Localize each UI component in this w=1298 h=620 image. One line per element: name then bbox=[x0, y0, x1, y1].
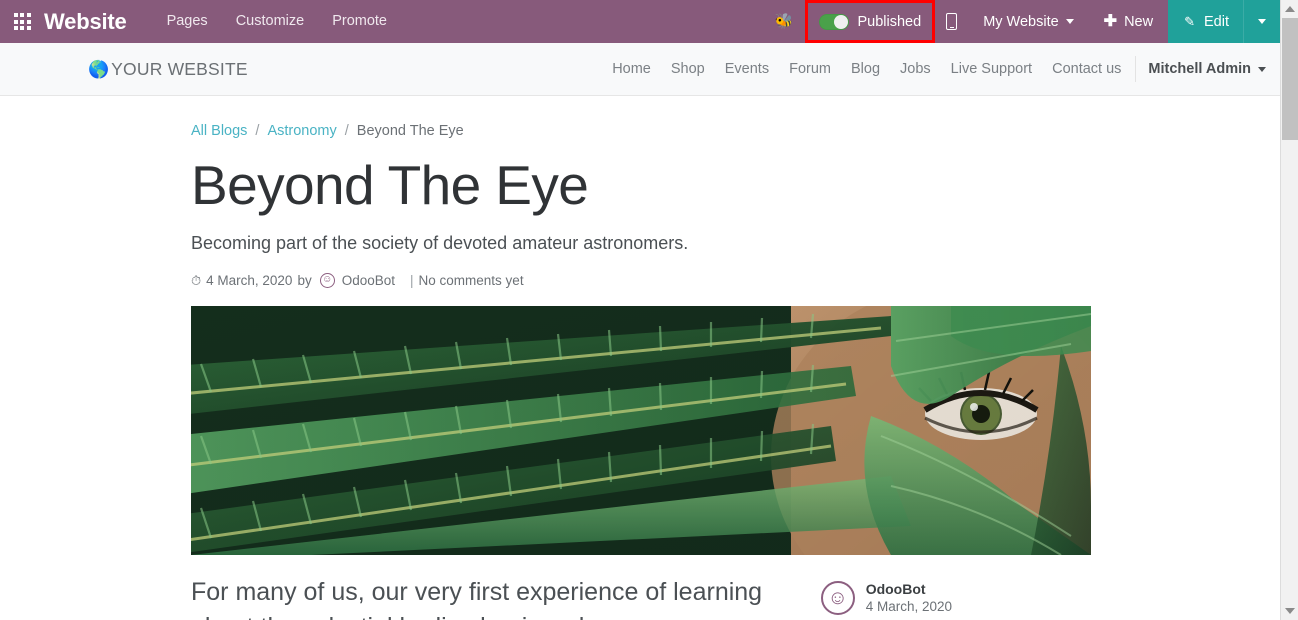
clock-icon: ⏱ bbox=[191, 272, 202, 288]
post-meta: ⏱ 4 March, 2020 by ☺ OdooBot | No commen… bbox=[191, 272, 1091, 288]
website-selector-label: My Website bbox=[983, 13, 1059, 30]
breadcrumb-astronomy[interactable]: Astronomy bbox=[267, 123, 336, 139]
post-by-label: by bbox=[297, 272, 312, 288]
menu-item-promote[interactable]: Promote bbox=[318, 0, 401, 43]
breadcrumb-separator: / bbox=[344, 123, 349, 139]
post-date: 4 March, 2020 bbox=[206, 272, 293, 288]
website-logo-text: YOUR WEBSITE bbox=[111, 58, 248, 79]
user-menu-dropdown[interactable]: Mitchell Admin bbox=[1135, 56, 1266, 82]
nav-item-contact-us[interactable]: Contact us bbox=[1042, 61, 1131, 77]
new-button-label: New bbox=[1124, 13, 1154, 30]
scroll-up-arrow-icon bbox=[1285, 6, 1295, 12]
menu-item-customize[interactable]: Customize bbox=[222, 0, 319, 43]
meta-separator: | bbox=[410, 272, 414, 288]
website-logo[interactable]: 🌎 YOUR WEBSITE bbox=[88, 59, 248, 80]
post-body-row: For many of us, our very first experienc… bbox=[191, 575, 1091, 620]
smiley-avatar-icon: ☺ bbox=[820, 580, 855, 615]
nav-item-forum[interactable]: Forum bbox=[779, 61, 841, 77]
post-subtitle: Becoming part of the society of devoted … bbox=[191, 232, 689, 253]
app-name[interactable]: Website bbox=[44, 0, 153, 43]
nav-item-events[interactable]: Events bbox=[715, 61, 779, 77]
top-bar-spacer bbox=[401, 0, 764, 43]
chevron-down-icon bbox=[1065, 19, 1074, 24]
edit-button[interactable]: ✎ Edit bbox=[1168, 0, 1243, 43]
chevron-down-icon bbox=[1258, 19, 1266, 24]
nav-item-home[interactable]: Home bbox=[602, 61, 661, 77]
scroll-down-arrow-icon bbox=[1285, 608, 1295, 614]
user-menu-label: Mitchell Admin bbox=[1148, 61, 1251, 77]
plus-icon: ✚ bbox=[1103, 12, 1118, 30]
publish-switch-knob bbox=[833, 14, 848, 29]
author-card-name: OdooBot bbox=[865, 581, 926, 598]
apps-menu-button[interactable] bbox=[0, 0, 44, 43]
scroll-down-button[interactable] bbox=[1281, 602, 1298, 620]
mobile-preview-button[interactable] bbox=[935, 0, 968, 43]
author-card-text: OdooBot 4 March, 2020 bbox=[866, 581, 952, 614]
author-avatar-icon: ☺ bbox=[319, 272, 335, 288]
odoo-menu-items: Pages Customize Promote bbox=[153, 0, 401, 43]
content-column: All Blogs / Astronomy / Beyond The Eye B… bbox=[191, 97, 1091, 620]
chevron-down-icon bbox=[1258, 66, 1266, 72]
blog-post-page: All Blogs / Astronomy / Beyond The Eye B… bbox=[0, 97, 1280, 620]
nav-item-blog[interactable]: Blog bbox=[841, 61, 890, 77]
nav-item-jobs[interactable]: Jobs bbox=[890, 61, 941, 77]
edit-dropdown-button[interactable] bbox=[1243, 0, 1280, 43]
mobile-phone-icon bbox=[946, 13, 958, 30]
post-body-text: For many of us, our very first experienc… bbox=[191, 577, 763, 620]
globe-icon: 🌎 bbox=[88, 59, 110, 79]
nav-item-shop[interactable]: Shop bbox=[661, 61, 715, 77]
edit-button-label: Edit bbox=[1204, 13, 1229, 30]
author-card-date: 4 March, 2020 bbox=[865, 599, 952, 615]
publish-toggle-button[interactable]: Published bbox=[804, 0, 936, 43]
post-comments-count[interactable]: No comments yet bbox=[419, 273, 524, 288]
pencil-icon: ✎ bbox=[1184, 13, 1195, 29]
post-author: OdooBot bbox=[341, 272, 396, 288]
scroll-up-button[interactable] bbox=[1281, 0, 1298, 18]
nav-item-live-support[interactable]: Live Support bbox=[941, 61, 1042, 77]
breadcrumb-all-blogs[interactable]: All Blogs bbox=[191, 123, 247, 139]
publish-switch[interactable] bbox=[818, 13, 849, 30]
website-selector-dropdown[interactable]: My Website bbox=[968, 0, 1088, 43]
scrollbar-thumb[interactable] bbox=[1282, 18, 1298, 140]
breadcrumb-current: Beyond The Eye bbox=[356, 123, 464, 139]
new-content-button[interactable]: ✚ New bbox=[1089, 0, 1168, 43]
bug-icon: 🐝 bbox=[774, 13, 794, 30]
browser-viewport: Website Pages Customize Promote 🐝 Publis… bbox=[0, 0, 1298, 620]
odoo-top-bar: Website Pages Customize Promote 🐝 Publis… bbox=[0, 0, 1280, 43]
debug-menu-button[interactable]: 🐝 bbox=[764, 0, 805, 43]
breadcrumb: All Blogs / Astronomy / Beyond The Eye bbox=[191, 97, 1091, 139]
page-title: Beyond The Eye bbox=[191, 154, 589, 216]
breadcrumb-separator: / bbox=[255, 123, 260, 139]
website-nav: Home Shop Events Forum Blog Jobs Live Su… bbox=[602, 56, 1266, 82]
hero-image-artwork bbox=[191, 305, 1091, 555]
menu-item-pages[interactable]: Pages bbox=[153, 0, 222, 43]
top-bar-right-group: 🐝 Published My Website ✚ New ✎ Edit bbox=[764, 0, 1280, 43]
vertical-scrollbar[interactable] bbox=[1280, 0, 1298, 620]
website-header: 🌎 YOUR WEBSITE Home Shop Events Forum Bl… bbox=[0, 43, 1280, 96]
post-hero-image bbox=[191, 305, 1091, 555]
author-card: ☺ OdooBot 4 March, 2020 bbox=[820, 580, 952, 615]
publish-label: Published bbox=[857, 13, 922, 30]
grid-apps-icon bbox=[13, 13, 31, 30]
